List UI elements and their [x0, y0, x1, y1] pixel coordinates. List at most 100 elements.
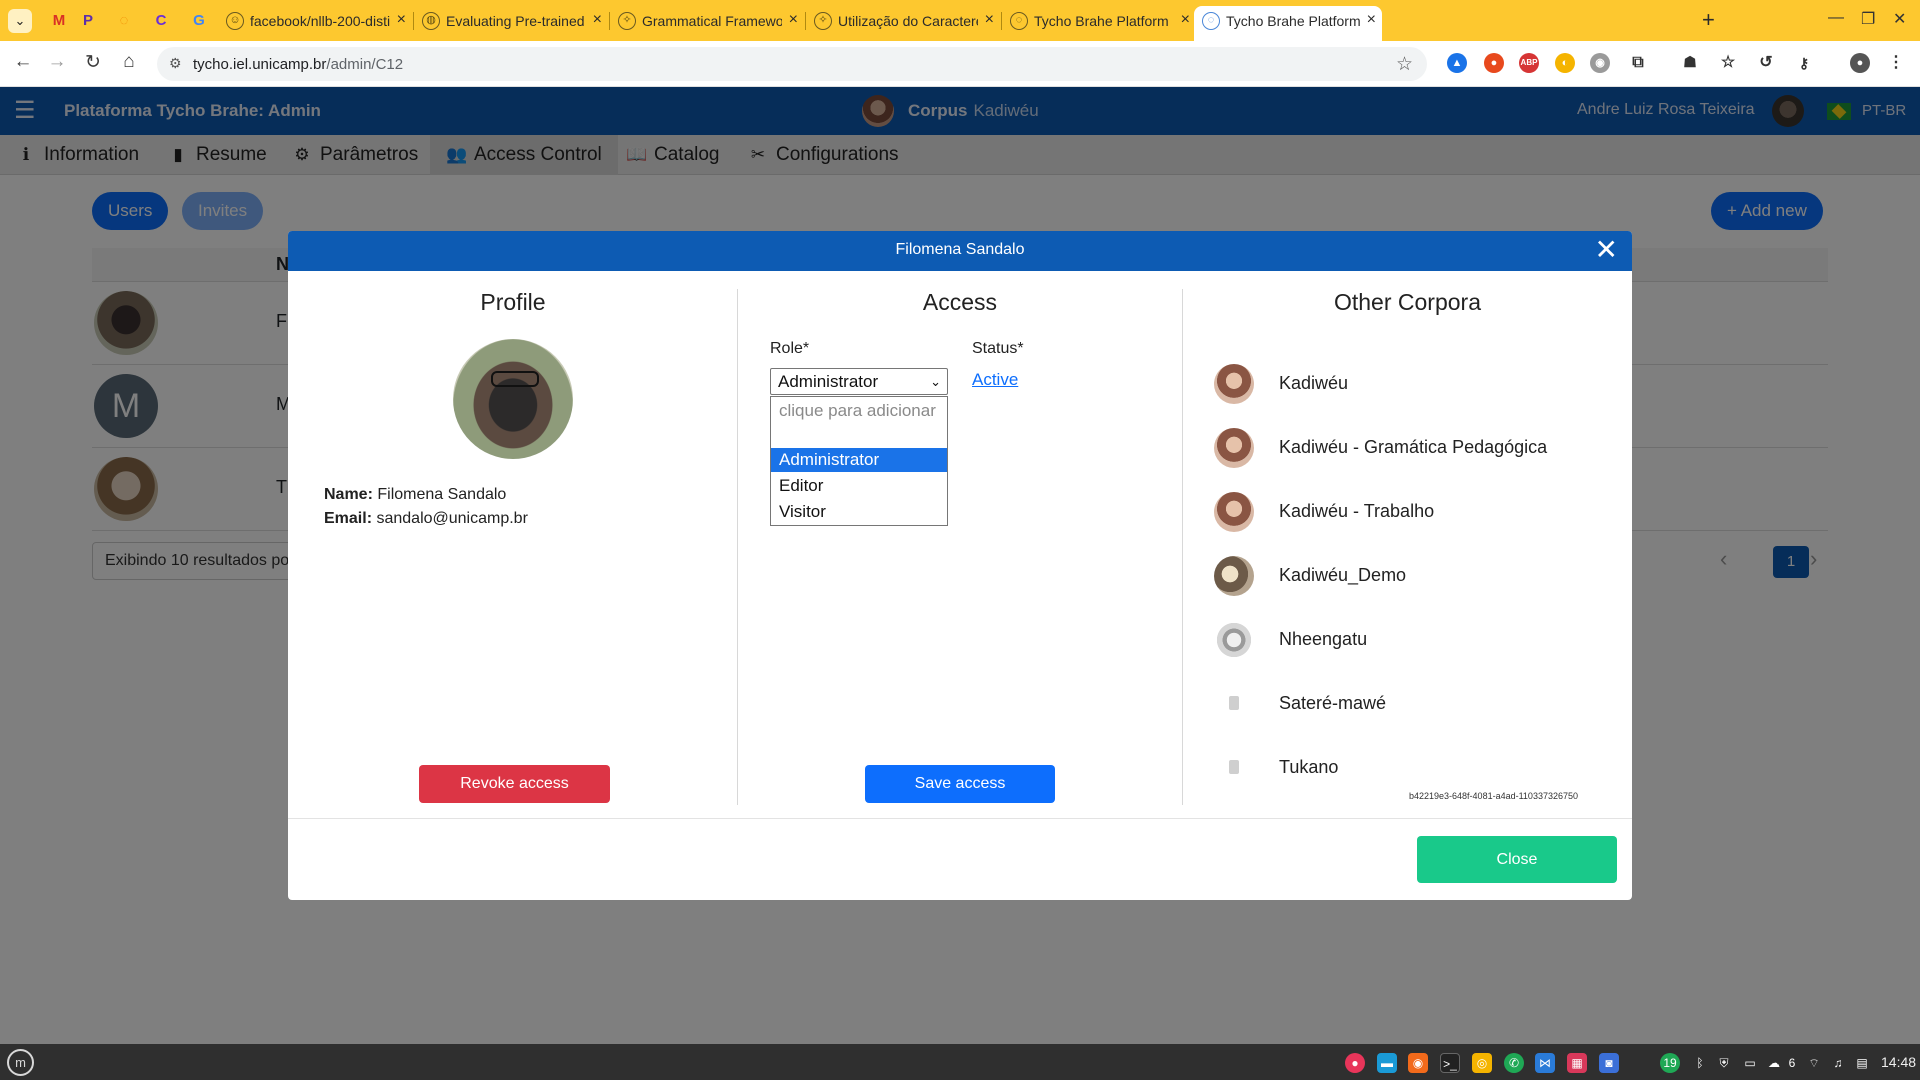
- close-icon[interactable]: ✕: [1595, 235, 1618, 265]
- corpus-logo: [1214, 620, 1254, 660]
- profile-photo: [453, 339, 573, 459]
- save-access-button[interactable]: Save access: [865, 765, 1055, 803]
- wifi-icon[interactable]: ⌔: [1804, 1053, 1824, 1073]
- extension-speedometer-icon[interactable]: ◐: [1555, 53, 1575, 73]
- close-tab-icon[interactable]: ×: [1367, 11, 1376, 29]
- profile-avatar-icon[interactable]: ●: [1850, 53, 1870, 73]
- name-label: Name:: [324, 486, 373, 503]
- pinned-tab-c-icon[interactable]: C: [150, 10, 172, 32]
- profile-email: sandalo@unicamp.br: [376, 510, 528, 527]
- tab-nllb[interactable]: ☺ facebook/nllb-200-distilled- ×: [218, 6, 412, 36]
- close-tab-icon[interactable]: ×: [397, 11, 406, 29]
- close-tab-icon[interactable]: ×: [789, 11, 798, 29]
- gallery-icon[interactable]: ▦: [1567, 1053, 1587, 1073]
- reload-icon[interactable]: ↻: [80, 51, 106, 74]
- pinned-tab-google-docs-icon[interactable]: ◌: [113, 10, 135, 32]
- terminal-icon[interactable]: >_: [1440, 1053, 1460, 1073]
- forward-icon[interactable]: →: [44, 51, 70, 73]
- role-select[interactable]: Administrator ⌄: [770, 368, 948, 395]
- tab-title: Tycho Brahe Platform: [1226, 13, 1361, 29]
- restore-icon[interactable]: ❐: [1861, 9, 1875, 29]
- close-tab-icon[interactable]: ×: [1181, 11, 1190, 29]
- dropdown-option-placeholder[interactable]: clique para adicionar: [771, 399, 947, 423]
- url-text: tycho.iel.unicamp.br/admin/C12: [193, 56, 404, 73]
- minimize-icon[interactable]: —: [1828, 9, 1844, 27]
- sound-icon[interactable]: ♫: [1828, 1053, 1848, 1073]
- volume-level: 6: [1788, 1056, 1796, 1070]
- bookmarks-icon[interactable]: ☆: [1718, 53, 1738, 73]
- chrome-menu-icon[interactable]: ⋮: [1886, 53, 1906, 73]
- dropdown-option-visitor[interactable]: Visitor: [771, 500, 947, 524]
- weather-icon[interactable]: ☁: [1764, 1053, 1784, 1073]
- home-icon[interactable]: ⌂: [116, 51, 142, 73]
- status-label: Status*: [972, 340, 1024, 357]
- tab-grammatical-framework[interactable]: ✧ Grammatical Framework: Dy ×: [610, 6, 804, 36]
- corpus-name: Tukano: [1279, 757, 1339, 777]
- corpus-name: Kadiwéu: [1279, 373, 1349, 393]
- chevron-down-icon: ⌄: [930, 374, 941, 389]
- shield-icon[interactable]: ⛨: [1714, 1053, 1734, 1073]
- openai-icon: ✧: [814, 12, 832, 30]
- bookmark-star-icon[interactable]: ☆: [1396, 53, 1413, 76]
- taskbar-clock[interactable]: 14:48: [1881, 1054, 1916, 1070]
- address-bar[interactable]: ⚙ tycho.iel.unicamp.br/admin/C12 ☆: [157, 47, 1427, 81]
- tab-title: Utilização do Caractere Unic: [838, 13, 978, 29]
- extension-duckduckgo-icon[interactable]: ●: [1484, 53, 1504, 73]
- pinned-tab-google-icon[interactable]: G: [188, 10, 210, 32]
- firefox-icon[interactable]: ◉: [1408, 1053, 1428, 1073]
- modal-footer-divider: [288, 818, 1632, 819]
- new-tab-button[interactable]: +: [1702, 7, 1715, 33]
- incognito-icon[interactable]: ☗: [1680, 53, 1700, 73]
- corpus-name: Kadiwéu - Gramática Pedagógica: [1279, 437, 1548, 457]
- screenshot-icon[interactable]: ◙: [1599, 1053, 1619, 1073]
- tab-tycho-brahe-active[interactable]: ◌ Tycho Brahe Platform ×: [1194, 6, 1382, 41]
- os-taskbar: m ● ▬ ◉ >_ ◎ ✆ ⋈ ▦ ◙ 19 ᛒ ⛨ ▭ ☁ 6 ⌔ ♫ ▤ …: [0, 1044, 1920, 1080]
- corpus-name: Nheengatu: [1279, 629, 1368, 649]
- extension-adblock-icon[interactable]: ABP: [1519, 53, 1539, 73]
- extension-camera-icon[interactable]: ◉: [1590, 53, 1610, 73]
- pinned-tab-p-icon[interactable]: P: [77, 10, 99, 32]
- files-folder-icon[interactable]: ▬: [1377, 1053, 1397, 1073]
- close-button[interactable]: Close: [1417, 836, 1617, 883]
- loading-icon: ◌: [1202, 12, 1220, 30]
- back-icon[interactable]: ←: [10, 51, 36, 73]
- column-divider: [1182, 289, 1183, 805]
- update-manager-icon[interactable]: 19: [1660, 1053, 1680, 1073]
- dropdown-option-administrator[interactable]: Administrator: [771, 448, 947, 472]
- status-toggle-link[interactable]: Active: [972, 370, 1018, 390]
- tab-title: Evaluating Pre-trained Mode: [446, 13, 586, 29]
- corpus-name: Kadiwéu - Trabalho: [1279, 501, 1435, 521]
- site-info-icon[interactable]: ⚙: [169, 55, 182, 72]
- dropdown-option-editor[interactable]: Editor: [771, 474, 947, 498]
- tab-search-chevron-icon[interactable]: ⌄: [8, 9, 32, 33]
- chrome-icon[interactable]: ◎: [1472, 1053, 1492, 1073]
- corpus-logo: [1214, 748, 1254, 788]
- vscode-icon[interactable]: ⋈: [1535, 1053, 1555, 1073]
- bluetooth-icon[interactable]: ᛒ: [1690, 1053, 1710, 1073]
- tab-utilizacao[interactable]: ✧ Utilização do Caractere Unic ×: [806, 6, 1000, 36]
- network-card-icon[interactable]: ▭: [1740, 1053, 1760, 1073]
- revoke-access-button[interactable]: Revoke access: [419, 765, 610, 803]
- corpus-uuid: b42219e3-648f-4081-a4ad-110337326750: [1409, 791, 1578, 801]
- close-tab-icon[interactable]: ×: [985, 11, 994, 29]
- corpus-logo: [1214, 684, 1254, 724]
- mint-menu-icon[interactable]: m: [7, 1049, 34, 1076]
- clipboard-icon[interactable]: ▤: [1852, 1053, 1872, 1073]
- tab-evaluating[interactable]: ◍ Evaluating Pre-trained Mode ×: [414, 6, 608, 36]
- passwords-key-icon[interactable]: ⚷: [1794, 53, 1814, 73]
- email-label: Email:: [324, 510, 373, 527]
- corpus-name: Sateré-mawé: [1279, 693, 1387, 713]
- role-label: Role*: [770, 340, 810, 357]
- profile-heading: Profile: [480, 289, 546, 315]
- balloon-app-icon[interactable]: ●: [1345, 1053, 1365, 1073]
- history-icon[interactable]: ↺: [1756, 53, 1776, 73]
- extensions-puzzle-icon[interactable]: ⧉: [1628, 53, 1648, 73]
- whatsapp-icon[interactable]: ✆: [1504, 1053, 1524, 1073]
- loading-icon: ◌: [1010, 12, 1028, 30]
- extension-graduation-icon[interactable]: ▲: [1447, 53, 1467, 73]
- tab-title: Tycho Brahe Platform: [1034, 13, 1169, 29]
- close-window-icon[interactable]: ✕: [1893, 9, 1906, 29]
- gmail-pinned-tab-icon[interactable]: M: [48, 10, 70, 32]
- tab-tycho-brahe[interactable]: ◌ Tycho Brahe Platform ×: [1002, 6, 1196, 36]
- close-tab-icon[interactable]: ×: [593, 11, 602, 29]
